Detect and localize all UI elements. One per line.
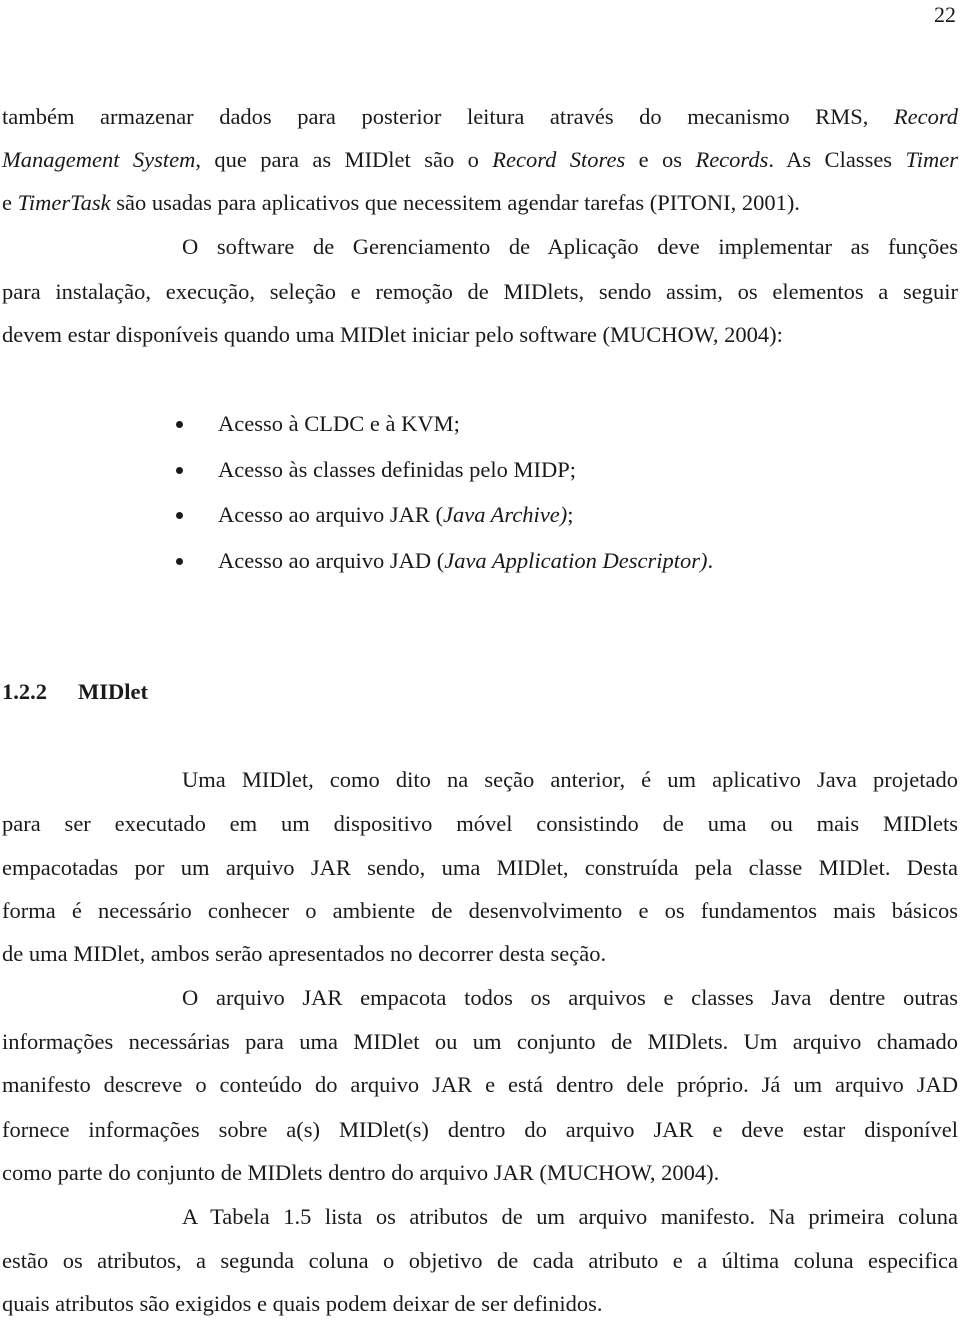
- p3-line-4: forma é necessário conhecer o ambiente d…: [2, 898, 958, 923]
- p2-line-3: devem estar disponíveis quando uma MIDle…: [2, 322, 783, 347]
- text: e os: [625, 147, 696, 172]
- p3-line-3: empacotadas por um arquivo JAR sendo, um…: [2, 855, 958, 880]
- italic-term: Record Stores: [492, 147, 626, 172]
- italic-term: Management System: [2, 147, 196, 172]
- italic-term: Java Application Descriptor): [444, 548, 708, 573]
- list-item-text: Acesso à CLDC e à KVM;: [218, 409, 460, 439]
- bullet-icon: [176, 467, 183, 474]
- bullet-icon: [176, 558, 183, 565]
- p1-line-2: Management System, que para as MIDlet sã…: [2, 145, 958, 175]
- text: Acesso ao arquivo JAD (: [218, 548, 445, 573]
- text: , que para as MIDlet são o: [195, 147, 493, 172]
- section-number: 1.2.2: [2, 679, 47, 704]
- text: . As Classes: [768, 147, 906, 172]
- text: também armazenar dados para posterior le…: [2, 104, 894, 129]
- p4-line-4: fornece informações sobre a(s) MIDlet(s)…: [2, 1117, 958, 1142]
- p1-line-3: e TimerTask são usadas para aplicativos …: [2, 188, 958, 218]
- p5-line-3: quais atributos são exigidos e quais pod…: [2, 1291, 603, 1316]
- section-title: MIDlet: [78, 679, 148, 704]
- p1-line-1: também armazenar dados para posterior le…: [2, 102, 958, 132]
- list-item-text: Acesso ao arquivo JAD (Java Application …: [218, 546, 713, 576]
- p2-line-1: O software de Gerenciamento de Aplicação…: [182, 234, 958, 259]
- italic-term: TimerTask: [17, 190, 111, 215]
- italic-term: Records: [695, 147, 769, 172]
- p5-line-1: A Tabela 1.5 lista os atributos de um ar…: [182, 1204, 958, 1229]
- list-item-text: Acesso às classes definidas pelo MIDP;: [218, 455, 576, 485]
- text: Acesso à CLDC e à KVM;: [218, 411, 460, 436]
- p4-line-5: como parte do conjunto de MIDlets dentro…: [2, 1160, 720, 1185]
- section-heading: 1.2.2 MIDlet: [2, 677, 148, 707]
- p5-line-2: estão os atributos, a segunda coluna o o…: [2, 1248, 958, 1273]
- text: são usadas para aplicativos que necessit…: [110, 190, 800, 215]
- p2-line-2: para instalação, execução, seleção e rem…: [2, 279, 958, 304]
- text: Acesso às classes definidas pelo MIDP;: [218, 457, 577, 482]
- list-item-text: Acesso ao arquivo JAR (Java Archive);: [218, 500, 574, 530]
- page-number: 22: [934, 2, 956, 27]
- italic-term: Java Archive): [442, 502, 568, 527]
- p4-line-3: manifesto descreve o conteúdo do arquivo…: [2, 1072, 958, 1097]
- bullet-icon: [176, 421, 183, 428]
- p4-line-1: O arquivo JAR empacota todos os arquivos…: [182, 985, 958, 1010]
- p3-line-1: Uma MIDlet, como dito na seção anterior,…: [182, 767, 958, 792]
- text: ;: [567, 502, 574, 527]
- text: .: [707, 548, 714, 573]
- italic-term: Timer: [905, 147, 958, 172]
- p3-line-2: para ser executado em um dispositivo móv…: [2, 811, 958, 836]
- p4-line-2: informações necessárias para uma MIDlet …: [2, 1029, 958, 1054]
- p3-line-5: de uma MIDlet, ambos serão apresentados …: [2, 941, 607, 966]
- bullet-icon: [176, 512, 183, 519]
- italic-term: Record: [893, 104, 958, 129]
- text: Acesso ao arquivo JAR (: [218, 502, 443, 527]
- text: e: [2, 190, 18, 215]
